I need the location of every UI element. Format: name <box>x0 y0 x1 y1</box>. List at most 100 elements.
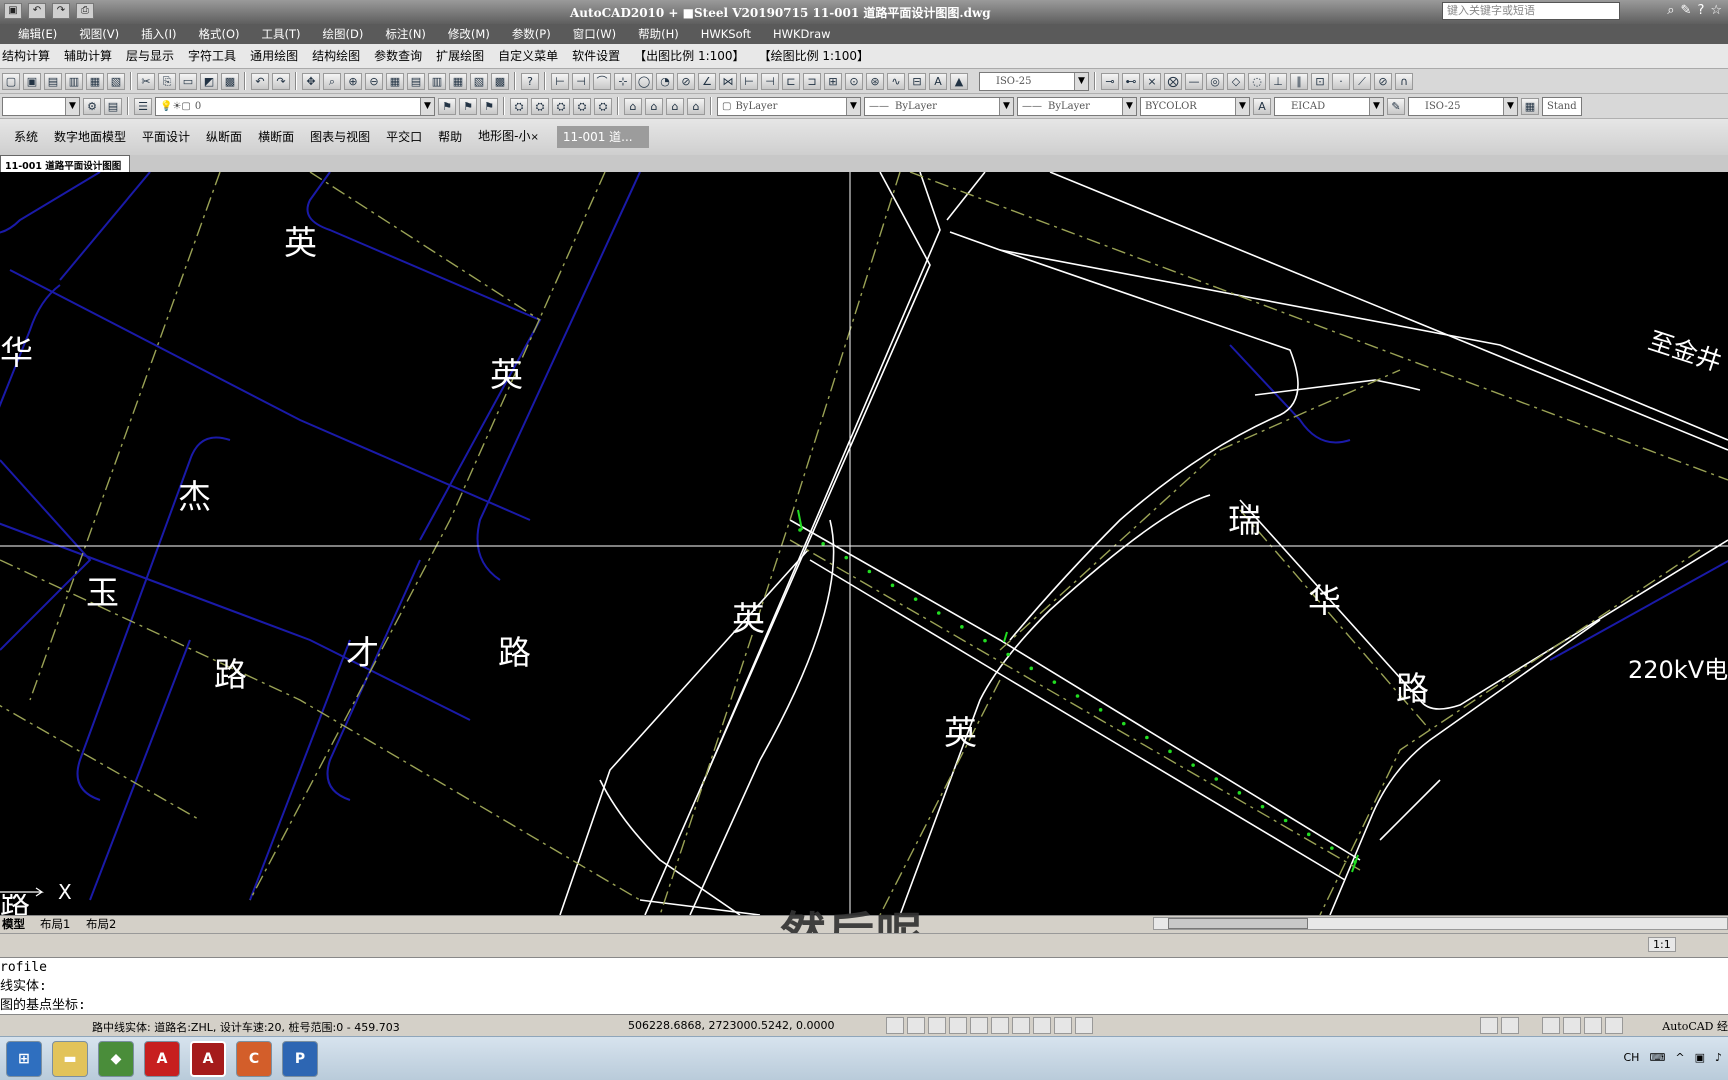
menu-item[interactable]: 格式(O) <box>198 24 239 44</box>
dim-continue-icon[interactable]: ⊣ <box>761 72 779 90</box>
snap-nearest-icon[interactable]: ⟋ <box>1353 72 1371 90</box>
otrack-toggle[interactable] <box>991 1017 1009 1034</box>
ribbon-tab[interactable]: 系统 <box>6 120 46 154</box>
tray-arrow-icon[interactable]: ^ <box>1675 1051 1684 1064</box>
help-icon[interactable]: ? <box>521 72 539 90</box>
redo-icon[interactable]: ↷ <box>52 3 70 19</box>
plotstyle-combo[interactable]: BYCOLOR ▼ <box>1140 96 1250 116</box>
pan-icon[interactable] <box>1542 1017 1560 1034</box>
snap-intersection-icon[interactable]: ⨯ <box>1143 72 1161 90</box>
menu-item[interactable]: 窗口(W) <box>573 24 616 44</box>
zoom-window-icon[interactable]: ⊕ <box>344 72 362 90</box>
layout-tab-1[interactable]: 布局1 <box>40 916 70 932</box>
copy-icon[interactable]: ⎘ <box>158 72 176 90</box>
dim-style-icon[interactable]: ✎ <box>1387 97 1405 115</box>
menu-item[interactable]: HWKSoft <box>701 24 751 44</box>
doc-tab-active[interactable]: 11-001 道... <box>556 126 649 148</box>
textstyle-combo[interactable]: EICAD ▼ <box>1274 96 1384 116</box>
ribbon-tab[interactable]: 图表与视图 <box>302 120 378 154</box>
package-icon[interactable]: ◆ <box>98 1041 134 1077</box>
layer-tool-icon[interactable]: ⌂ <box>645 97 663 115</box>
layer-manager-icon[interactable]: ▤ <box>104 97 122 115</box>
close-icon[interactable]: × <box>530 132 538 143</box>
custom-menu-item[interactable]: 通用绘图 <box>250 44 298 68</box>
custom-menu-item[interactable]: 扩展绘图 <box>436 44 484 68</box>
snap-perpendicular-icon[interactable]: ⊥ <box>1269 72 1287 90</box>
layer-tool-icon[interactable]: ⚑ <box>459 97 477 115</box>
ribbon-tab[interactable]: 平交口 <box>378 120 430 154</box>
start-icon[interactable]: ⊞ <box>6 1041 42 1077</box>
snap-center-icon[interactable]: ◎ <box>1206 72 1224 90</box>
custom-menu-item[interactable]: 自定义菜单 <box>498 44 558 68</box>
annotation-scale[interactable]: 1:1 <box>1648 937 1676 952</box>
dim-diameter-icon[interactable]: ⊘ <box>677 72 695 90</box>
dim-ordinate-icon[interactable]: ⊹ <box>614 72 632 90</box>
snap-parallel-icon[interactable]: ∥ <box>1290 72 1308 90</box>
block-icon[interactable]: ▩ <box>221 72 239 90</box>
menu-item[interactable]: 帮助(H) <box>638 24 679 44</box>
grid-toggle[interactable] <box>907 1017 925 1034</box>
gear-icon[interactable]: ⚙ <box>83 97 101 115</box>
zoom-icon[interactable] <box>1563 1017 1581 1034</box>
custom-menu-item[interactable]: 参数查询 <box>374 44 422 68</box>
layout-icon[interactable] <box>1501 1017 1519 1034</box>
snap-toggle[interactable] <box>886 1017 904 1034</box>
snap-midpoint-icon[interactable]: ⊷ <box>1122 72 1140 90</box>
doc-tab-terrain[interactable]: 地形图-小× <box>470 119 547 155</box>
save-icon[interactable]: ▣ <box>4 3 22 19</box>
text-style-icon[interactable]: A <box>1253 97 1271 115</box>
pan-icon[interactable]: ✥ <box>302 72 320 90</box>
menu-item[interactable]: 参数(P) <box>512 24 551 44</box>
pdf-icon[interactable]: A <box>144 1041 180 1077</box>
cut-icon[interactable]: ✂ <box>137 72 155 90</box>
tolerance-icon[interactable]: ⊞ <box>824 72 842 90</box>
snap-extension-icon[interactable]: — <box>1185 72 1203 90</box>
dyn-toggle[interactable] <box>1033 1017 1051 1034</box>
osnap-toggle[interactable] <box>970 1017 988 1034</box>
dim-baseline-icon[interactable]: ⊢ <box>740 72 758 90</box>
ribbon-tab[interactable]: 数字地面模型 <box>46 120 134 154</box>
publish-icon[interactable]: ▧ <box>107 72 125 90</box>
ducs-toggle[interactable] <box>1012 1017 1030 1034</box>
markup-icon[interactable]: ▧ <box>470 72 488 90</box>
lwt-toggle[interactable] <box>1054 1017 1072 1034</box>
quick-dim-icon[interactable]: ⋈ <box>719 72 737 90</box>
snap-node-icon[interactable]: · <box>1332 72 1350 90</box>
language-indicator[interactable]: CH <box>1624 1051 1640 1064</box>
open-icon[interactable]: ▣ <box>23 72 41 90</box>
layout-tab-model[interactable]: 模型 <box>2 916 25 932</box>
standard-combo[interactable]: Stand <box>1542 96 1582 116</box>
dim-edit-icon[interactable]: ⊟ <box>908 72 926 90</box>
layer-tool-icon[interactable]: ⛭ <box>573 97 591 115</box>
dim-space-icon[interactable]: ⊏ <box>782 72 800 90</box>
menu-item[interactable]: 修改(M) <box>448 24 490 44</box>
p-app-icon[interactable]: P <box>282 1041 318 1077</box>
app-icon[interactable]: C <box>236 1041 272 1077</box>
design-center-icon[interactable]: ▤ <box>407 72 425 90</box>
custom-menu-item[interactable]: 字符工具 <box>188 44 236 68</box>
scroll-thumb[interactable] <box>1168 918 1308 929</box>
save-icon[interactable]: ▤ <box>44 72 62 90</box>
dim-update-icon[interactable]: ▲ <box>950 72 968 90</box>
layer-combo[interactable]: 💡☀▢ 0 ▼ <box>155 96 435 116</box>
undo-icon[interactable]: ↶ <box>28 3 46 19</box>
layer-tool-icon[interactable]: ⚑ <box>480 97 498 115</box>
ribbon-tab[interactable]: 横断面 <box>250 120 302 154</box>
layer-tool-icon[interactable]: ⌂ <box>624 97 642 115</box>
snap-none-icon[interactable]: ⊘ <box>1374 72 1392 90</box>
model-icon[interactable] <box>1480 1017 1498 1034</box>
keyboard-icon[interactable]: ⌨ <box>1649 1051 1665 1064</box>
layer-tool-icon[interactable]: ⛭ <box>531 97 549 115</box>
custom-menu-item[interactable]: 【绘图比例 1:100】 <box>759 44 869 68</box>
ribbon-tab[interactable]: 纵断面 <box>198 120 250 154</box>
osnap-settings-icon[interactable]: ∩ <box>1395 72 1413 90</box>
redo-icon[interactable]: ↷ <box>272 72 290 90</box>
menu-item[interactable]: 编辑(E) <box>18 24 57 44</box>
dimstyle-combo-top[interactable]: ISO-25 ▼ <box>979 71 1089 91</box>
preview-icon[interactable]: ▦ <box>86 72 104 90</box>
network-icon[interactable]: ▣ <box>1695 1051 1705 1064</box>
custom-menu-item[interactable]: 【出图比例 1:100】 <box>634 44 744 68</box>
undo-icon[interactable]: ↶ <box>251 72 269 90</box>
jogged-linear-icon[interactable]: ∿ <box>887 72 905 90</box>
explorer-icon[interactable]: ▬ <box>52 1041 88 1077</box>
